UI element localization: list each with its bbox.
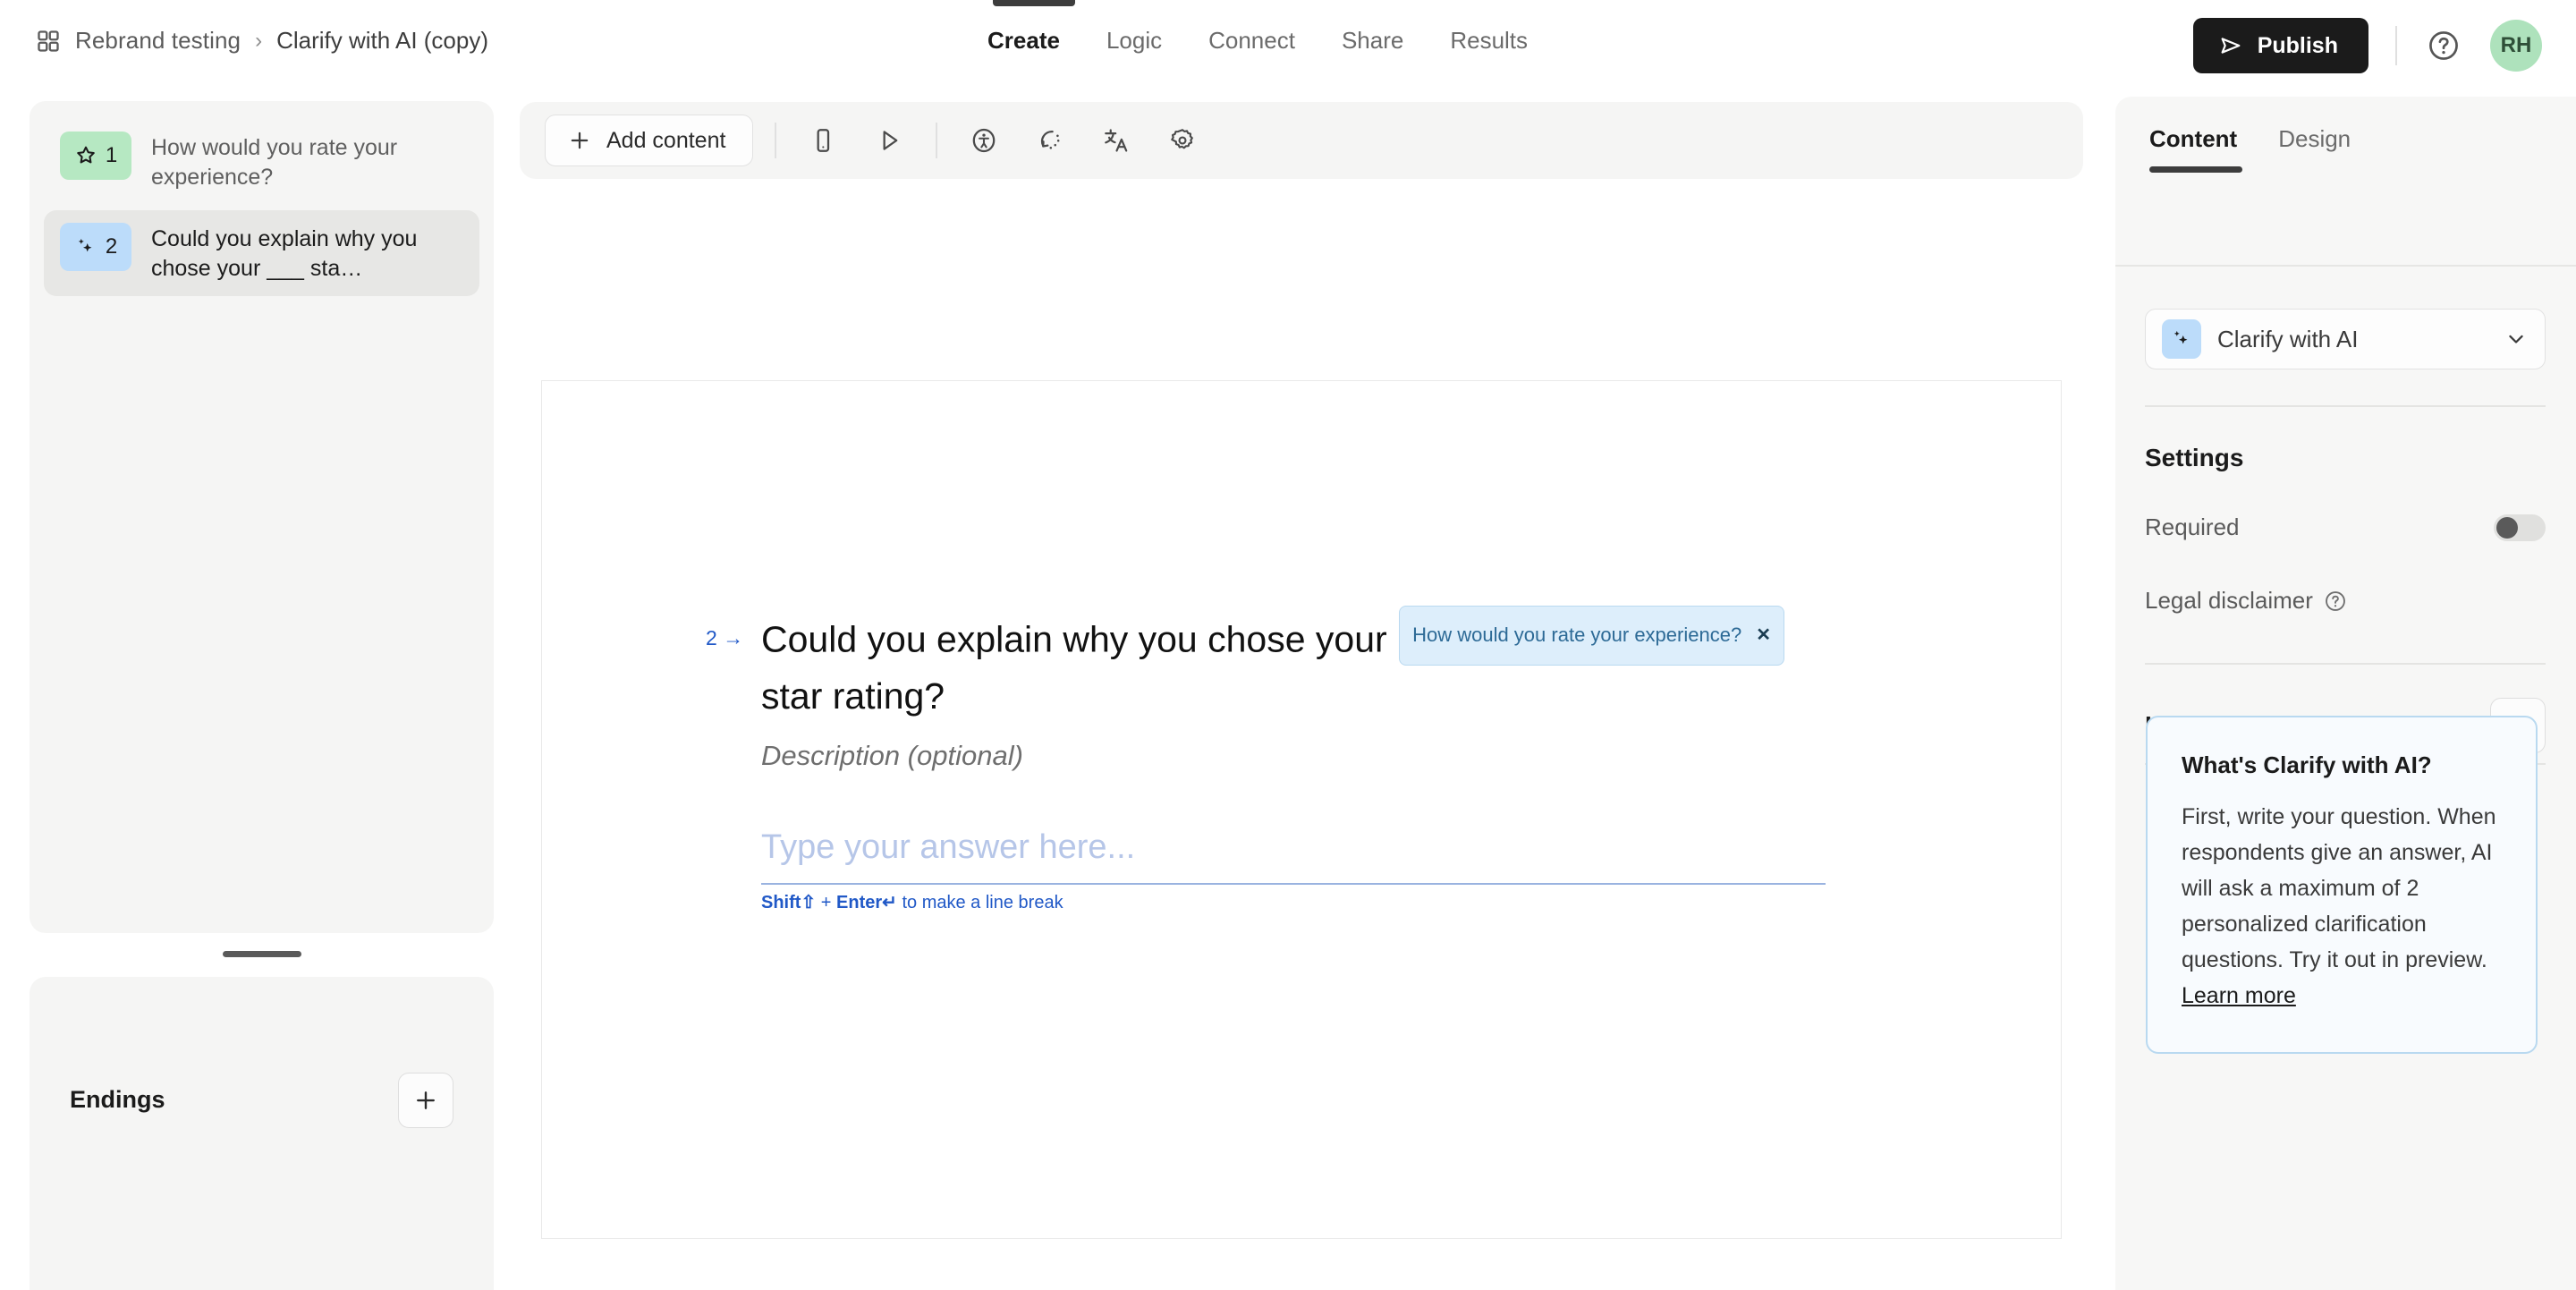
breadcrumb-separator: › (255, 28, 263, 53)
endings-title: Endings (70, 1086, 165, 1113)
question-row: 2 → Could you explain why you chose your… (706, 606, 1895, 772)
avatar-initials: RH (2500, 33, 2532, 57)
question-description-input[interactable]: Description (optional) (761, 740, 1817, 772)
sidebar-item-question-2[interactable]: 2 Could you explain why you chose your _… (44, 210, 479, 296)
tab-results[interactable]: Results (1450, 27, 1528, 55)
breadcrumb-workspace[interactable]: Rebrand testing (75, 27, 241, 55)
tab-design[interactable]: Design (2278, 125, 2351, 173)
question-number-indicator: 2 → (706, 626, 743, 650)
question-content: Could you explain why you chose your How… (761, 606, 1817, 772)
question-number: 2 (706, 626, 717, 649)
answer-placeholder: Type your answer here... (761, 828, 1136, 866)
tab-share[interactable]: Share (1342, 27, 1403, 55)
add-content-label: Add content (606, 127, 726, 153)
required-setting-row: Required (2145, 513, 2546, 541)
translate-icon[interactable] (1091, 115, 1141, 165)
sidebar-resize-handle[interactable] (223, 951, 301, 957)
hint-enter-label: Enter (836, 893, 883, 912)
question-1-label: How would you rate your experience? (151, 135, 398, 190)
info-card: What's Clarify with AI? First, write you… (2146, 716, 2538, 1054)
legal-disclaimer-row[interactable]: Legal disclaimer (2145, 587, 2347, 615)
avatar[interactable]: RH (2490, 20, 2542, 72)
info-card-body: First, write your question. When respond… (2182, 799, 2502, 1014)
breadcrumb-current[interactable]: Clarify with AI (copy) (276, 27, 488, 55)
play-preview-icon[interactable] (864, 115, 914, 165)
question-title[interactable]: Could you explain why you chose your How… (761, 606, 1817, 720)
answer-input[interactable]: Type your answer here... (761, 828, 1826, 885)
add-ending-button[interactable] (398, 1073, 453, 1128)
panel-divider-2 (2145, 663, 2546, 665)
question-2-number: 2 (105, 234, 118, 259)
add-content-button[interactable]: Add content (545, 115, 754, 166)
header-divider (2395, 26, 2397, 65)
learn-more-link[interactable]: Learn more (2182, 983, 2296, 1008)
arrow-right-icon: → (723, 626, 744, 649)
hint-shift-label: Shift (761, 893, 801, 912)
publish-button[interactable]: Publish (2192, 18, 2368, 73)
question-1-badge: 1 (60, 132, 131, 180)
info-card-title: What's Clarify with AI? (2182, 751, 2432, 778)
legal-disclaimer-label: Legal disclaimer (2145, 587, 2313, 614)
required-toggle-knob (2496, 516, 2518, 539)
panel-divider-1 (2145, 405, 2546, 407)
info-card-text: First, write your question. When respond… (2182, 804, 2496, 972)
recall-reset-icon[interactable] (1025, 115, 1075, 165)
settings-heading: Settings (2145, 444, 2244, 471)
header-actions: Publish RH (2192, 18, 2542, 73)
star-icon (74, 144, 97, 167)
right-settings-panel: Content Design Clarify with AI Settings … (2115, 97, 2576, 1290)
required-toggle[interactable] (2494, 513, 2546, 541)
hint-shift-glyph: ⇧ (801, 893, 817, 912)
send-icon (2218, 33, 2243, 58)
app-header: Rebrand testing › Clarify with AI (copy)… (0, 0, 2576, 97)
sidebar-item-question-1[interactable]: 1 How would you rate your experience? (44, 119, 479, 205)
main-tabs: Create Logic Connect Share Results (987, 27, 1528, 55)
answer-hint: Shift⇧ + Enter↵ to make a line break (761, 891, 1063, 913)
recall-chip[interactable]: How would you rate your experience? ✕ (1399, 606, 1784, 666)
sparkles-icon (2162, 319, 2201, 359)
hint-plus: + (820, 893, 832, 912)
required-label: Required (2145, 513, 2240, 540)
tab-logic[interactable]: Logic (1106, 27, 1162, 55)
help-circle-icon[interactable] (2324, 590, 2347, 613)
recall-chip-close-icon[interactable]: ✕ (1756, 611, 1771, 659)
question-1-number: 1 (105, 143, 118, 167)
sparkles-icon (74, 235, 97, 259)
hint-rest: to make a line break (902, 893, 1063, 912)
question-text-before: Could you explain why you chose your (761, 618, 1387, 660)
breadcrumb: Rebrand testing › Clarify with AI (copy) (36, 27, 488, 55)
tab-content[interactable]: Content (2149, 125, 2243, 173)
question-text-after: star rating? (761, 675, 945, 717)
help-circle-icon[interactable] (2424, 26, 2463, 65)
publish-label: Publish (2257, 32, 2338, 58)
tab-create[interactable]: Create (987, 27, 1060, 55)
panel-tabs: Content Design (2149, 125, 2351, 173)
hint-enter-glyph: ↵ (882, 893, 897, 912)
active-tab-indicator (993, 0, 1075, 6)
toolbar-divider-2 (936, 123, 938, 158)
tab-connect[interactable]: Connect (1208, 27, 1295, 55)
question-2-badge: 2 (60, 223, 131, 271)
plus-icon (567, 128, 592, 153)
sidebar-questions-panel: 1 How would you rate your experience? 2 … (30, 101, 494, 933)
mobile-preview-icon[interactable] (798, 115, 848, 165)
toolbar-divider-1 (775, 123, 777, 158)
question-type-selector[interactable]: Clarify with AI (2145, 309, 2546, 369)
chevron-down-icon[interactable] (2504, 327, 2529, 352)
panel-tabs-underline (2115, 265, 2576, 267)
canvas-toolbar: Add content (520, 102, 2083, 179)
settings-gear-icon[interactable] (1157, 115, 1208, 165)
question-type-label: Clarify with AI (2217, 325, 2359, 352)
plus-icon (412, 1087, 439, 1114)
question-2-label: Could you explain why you chose your ___… (151, 226, 418, 281)
grid-icon[interactable] (36, 29, 61, 54)
accessibility-icon[interactable] (959, 115, 1009, 165)
question-canvas: 2 → Could you explain why you chose your… (541, 380, 2062, 1239)
recall-chip-label: How would you rate your experience? (1412, 624, 1742, 646)
sidebar-endings-panel: Endings (30, 977, 494, 1290)
